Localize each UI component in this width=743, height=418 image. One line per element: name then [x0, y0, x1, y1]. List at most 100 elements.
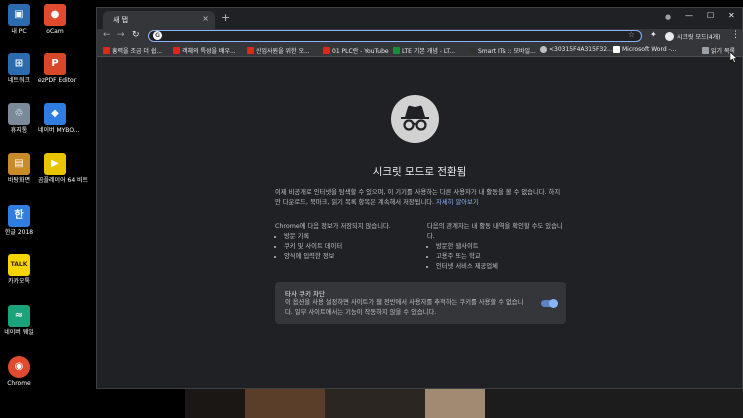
incognito-icon	[391, 95, 439, 143]
new-tab-button[interactable]: +	[221, 11, 230, 24]
wallpaper-strip	[485, 388, 743, 418]
desktop-icon-label: ezPDF Editor	[38, 77, 77, 84]
bookmark-label: <30315F4A315F32...	[549, 46, 613, 53]
not-saved-item: 양식에 입력한 정보	[284, 252, 425, 262]
visible-to-item: 고용주 또는 학교	[436, 252, 567, 262]
my-pc-icon: ▣	[8, 4, 30, 26]
desktop-icon-desktop-folder[interactable]: ▤ 바탕화면	[2, 153, 36, 185]
not-saved-heading: Chrome에 다음 정보가 저장되지 않습니다.	[275, 223, 391, 230]
naver-mybox-icon: ◆	[44, 103, 66, 125]
whale-icon: ≈	[8, 305, 30, 327]
mouse-cursor-icon	[730, 52, 738, 63]
desktop-icon-kakaotalk[interactable]: TALK 카카오톡	[2, 254, 36, 286]
desktop-icon-ocam[interactable]: ● oCam	[38, 4, 72, 36]
globe-icon	[540, 46, 547, 53]
bookmark-label: LTE 기본 개념 - LT...	[402, 48, 456, 55]
block-cookies-toggle[interactable]	[541, 299, 558, 308]
desktop-icon-my-pc[interactable]: ▣ 내 PC	[2, 4, 36, 36]
desktop-icon-chrome[interactable]: ◉ Chrome	[2, 356, 36, 388]
bookmark-item[interactable]: 객체의 특성을 배우...	[173, 46, 236, 55]
desktop-icon-label: 한글 2018	[4, 229, 34, 236]
desktop-icon-hangul[interactable]: 한 한글 2018	[2, 205, 36, 237]
visible-to-column: 다음의 관계자는 내 활동 내역을 확인할 수도 있습니다. 방문한 웹사이트 …	[427, 222, 567, 272]
menu-icon[interactable]: ⋮	[731, 30, 740, 40]
bookmark-item[interactable]: Smart ITs :: 모바일...	[469, 46, 536, 55]
desktop-icon-label: 카카오톡	[7, 278, 31, 285]
tab-search-icon[interactable]: ●	[665, 13, 671, 21]
desktop-icon-whale[interactable]: ≈ 네이버 웨일	[2, 305, 36, 337]
wallpaper-strip	[245, 388, 325, 418]
not-saved-item: 방문 기록	[284, 232, 425, 242]
ezpdf-icon: P	[44, 53, 66, 75]
document-icon	[613, 46, 620, 53]
desktop-icon-label: oCam	[46, 28, 64, 35]
bookmark-label: 신입사원을 위한 오...	[256, 48, 310, 55]
learn-more-link[interactable]: 자세히 알아보기	[436, 199, 479, 206]
reading-list-icon	[702, 47, 709, 54]
recycle-bin-icon: ♲	[8, 103, 30, 125]
desktop-icon-label: 휴지통	[10, 127, 28, 134]
visible-to-heading: 다음의 관계자는 내 활동 내역을 확인할 수도 있습니다.	[427, 223, 563, 240]
third-party-cookie-card: 타사 쿠키 차단 이 옵션을 사용 설정하면 사이트가 웹 전반에서 사용자를 …	[275, 282, 566, 324]
forward-button[interactable]: →	[117, 30, 125, 40]
desktop-icon-recycle-bin[interactable]: ♲ 휴지통	[2, 103, 36, 135]
desktop-icon-label: Chrome	[7, 380, 31, 387]
bookmark-star-icon[interactable]: ☆	[628, 30, 635, 39]
desktop-icon-gomplayer[interactable]: ▶ 곰플레이어 64 비트	[38, 153, 89, 185]
wallpaper-strip	[325, 388, 425, 418]
cookie-card-title: 타사 쿠키 차단	[285, 290, 326, 298]
title-bar: 새 탭 × + ● — ☐ ✕	[97, 8, 742, 29]
desktop-icon-label: 곰플레이어 64 비트	[38, 177, 89, 184]
bookmark-item[interactable]: <30315F4A315F32...	[540, 46, 613, 53]
tab-title: 새 탭	[113, 16, 129, 24]
bookmark-item[interactable]: LTE 기본 개념 - LT...	[393, 46, 455, 55]
youtube-icon	[247, 47, 254, 54]
toggle-knob	[549, 299, 558, 308]
page-title: 시크릿 모드로 전환됨	[372, 166, 467, 178]
visible-to-item: 방문한 웹사이트	[436, 242, 567, 252]
bookmarks-bar: 흥력을 조금 더 쉽... 객체의 특성을 배우... 신입사원을 위한 오..…	[97, 44, 742, 57]
close-window-button[interactable]: ✕	[728, 11, 735, 20]
desktop-icon-label: 네이버 MYBO...	[38, 127, 80, 134]
back-button[interactable]: ←	[103, 30, 111, 40]
reload-button[interactable]: ↻	[132, 30, 140, 40]
tab-new-tab[interactable]: 새 탭 ×	[103, 11, 215, 29]
bookmark-item[interactable]: 01 PLC란 - YouTube	[323, 46, 389, 55]
desktop-icon-label: 네트워크	[7, 77, 31, 84]
maximize-button[interactable]: ☐	[707, 11, 714, 20]
minimize-button[interactable]: —	[685, 11, 693, 20]
desktop-icon-label: 내 PC	[11, 28, 27, 35]
bookmark-item[interactable]: 흥력을 조금 더 쉽...	[103, 46, 162, 55]
youtube-icon	[173, 47, 180, 54]
desktop-icon-label: 바탕화면	[7, 177, 31, 184]
desktop-icon-ezpdf[interactable]: P ezPDF Editor	[38, 53, 77, 85]
cookie-card-description: 이 옵션을 사용 설정하면 사이트가 웹 전반에서 사용자를 추적하는 쿠키를 …	[285, 299, 524, 316]
intro-body: 이제 비공개로 인터넷을 탐색할 수 있으며, 이 기기를 사용하는 다른 사용…	[275, 189, 561, 206]
youtube-icon	[323, 47, 330, 54]
google-icon: G	[153, 31, 162, 40]
tistory-icon	[469, 47, 476, 54]
desktop-icon-naver-mybox[interactable]: ◆ 네이버 MYBO...	[38, 103, 80, 135]
desktop-icon-label: 네이버 웨일	[4, 329, 34, 336]
incognito-profile-button[interactable]: 시크릿 모드(4개)	[665, 30, 721, 42]
ocam-icon: ●	[44, 4, 66, 26]
desktop-icon-network[interactable]: ⊞ 네트워크	[2, 53, 36, 85]
folder-icon: ▤	[8, 153, 30, 175]
wallpaper-strip	[185, 388, 245, 418]
incognito-page: 시크릿 모드로 전환됨 이제 비공개로 인터넷을 탐색할 수 있으며, 이 기기…	[97, 57, 742, 388]
profile-label: 시크릿 모드(4개)	[677, 33, 721, 41]
visible-to-item: 인터넷 서비스 제공업체	[436, 262, 567, 272]
intro-text: 이제 비공개로 인터넷을 탐색할 수 있으며, 이 기기를 사용하는 다른 사용…	[275, 188, 565, 208]
bookmark-item[interactable]: Microsoft Word -...	[613, 46, 676, 53]
close-tab-icon[interactable]: ×	[202, 14, 209, 23]
bookmark-label: Smart ITs :: 모바일...	[478, 48, 536, 55]
chrome-icon: ◉	[8, 356, 30, 378]
not-saved-item: 쿠키 및 사이트 데이터	[284, 242, 425, 252]
bookmark-label: Microsoft Word -...	[622, 46, 677, 53]
bookmark-label: 흥력을 조금 더 쉽...	[112, 48, 163, 55]
toolbar: ← → ↻ G ☆ ✦ 시크릿 모드(4개) ⋮	[97, 29, 742, 44]
address-bar[interactable]: G ☆	[148, 30, 642, 42]
network-icon: ⊞	[8, 53, 30, 75]
extensions-icon[interactable]: ✦	[650, 30, 657, 39]
bookmark-item[interactable]: 신입사원을 위한 오...	[247, 46, 310, 55]
